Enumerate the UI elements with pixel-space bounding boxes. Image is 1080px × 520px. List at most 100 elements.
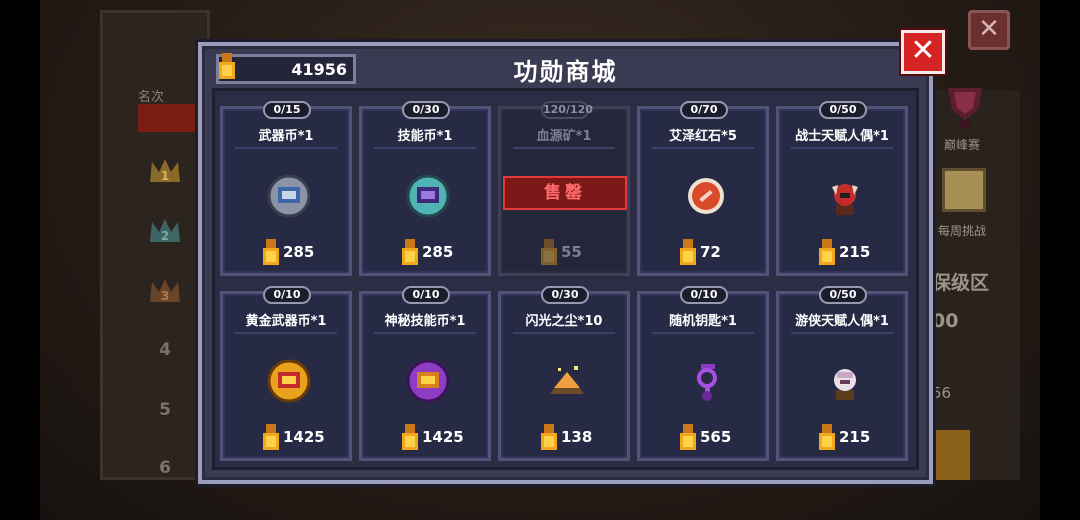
merit-medal-icon — [819, 424, 835, 450]
price-value: 1425 — [283, 428, 325, 446]
item-price: 215 — [779, 424, 905, 450]
peak-label: 巅峰赛 — [944, 138, 981, 152]
stock-count: 0/50 — [819, 101, 867, 119]
stock-count: 0/70 — [680, 101, 728, 119]
shop-item-card[interactable]: 0/50 游侠天赋人偶*1 215 — [776, 286, 908, 461]
rank-4-label: 4 — [159, 340, 171, 360]
price-value: 55 — [561, 243, 582, 261]
shop-item-card: 120/120 血源矿*1 55 售罄 — [498, 101, 630, 276]
weapon-coin-icon — [266, 173, 312, 219]
price-value: 215 — [839, 243, 871, 261]
stock-count: 0/10 — [263, 286, 311, 304]
rank-header-bar — [138, 104, 200, 132]
side-number-a: 00 — [932, 310, 959, 332]
rank-5-label: 5 — [159, 400, 171, 420]
protect-zone-label: 保级区 — [932, 272, 990, 294]
rank-6-label: 6 — [159, 458, 171, 478]
price-value: 285 — [283, 243, 315, 261]
item-name: 黄金武器币*1 — [245, 314, 327, 329]
shop-item-card[interactable]: 0/15 武器币*1 285 — [220, 101, 352, 276]
item-name: 血源矿*1 — [536, 129, 592, 144]
rank-2-label: 2 — [161, 229, 169, 243]
price-value: 285 — [422, 243, 454, 261]
divider — [374, 147, 476, 149]
weekly-challenge-icon[interactable] — [942, 168, 986, 212]
close-button[interactable]: ✕ — [901, 30, 945, 74]
rank-3-label: 3 — [161, 289, 169, 303]
side-number-b: 56 — [932, 384, 952, 402]
stock-count: 0/10 — [680, 286, 728, 304]
item-name: 随机钥匙*1 — [669, 314, 737, 329]
ranger-doll-icon — [822, 358, 868, 404]
side-button[interactable] — [930, 430, 970, 480]
item-price: 215 — [779, 239, 905, 265]
stock-count: 0/30 — [402, 101, 450, 119]
item-price: 55 — [501, 239, 627, 265]
price-value: 138 — [561, 428, 593, 446]
merit-medal-icon — [402, 424, 418, 450]
crown-gold-icon: 1 — [148, 156, 182, 186]
rank-header: 名次 — [138, 90, 165, 105]
divider — [235, 332, 337, 334]
item-name: 技能币*1 — [397, 129, 453, 144]
shop-item-card[interactable]: 0/10 神秘技能币*1 1425 — [359, 286, 491, 461]
merit-medal-icon — [541, 239, 557, 265]
warrior-doll-icon — [822, 173, 868, 219]
shop-item-card[interactable]: 0/50 战士天赋人偶*1 215 — [776, 101, 908, 276]
stock-count: 0/15 — [263, 101, 311, 119]
gold-weapon-coin-icon — [266, 358, 312, 404]
sold-out-badge: 售罄 — [503, 176, 627, 210]
shop-item-card[interactable]: 0/70 艾泽红石*5 72 — [637, 101, 769, 276]
divider — [791, 332, 893, 334]
flash-dust-icon — [544, 358, 590, 404]
item-name: 武器币*1 — [258, 129, 314, 144]
merit-medal-icon — [263, 239, 279, 265]
item-price: 1425 — [362, 424, 488, 450]
shop-item-card[interactable]: 0/10 随机钥匙*1 565 — [637, 286, 769, 461]
divider — [652, 147, 754, 149]
skill-coin-icon — [405, 173, 451, 219]
stock-count: 0/10 — [402, 286, 450, 304]
dialog-title: 功勋商城 — [513, 58, 618, 86]
price-value: 72 — [700, 243, 721, 261]
shop-item-card[interactable]: 0/30 闪光之尘*10 138 — [498, 286, 630, 461]
merit-medal-icon — [680, 239, 696, 265]
divider — [513, 332, 615, 334]
item-price: 1425 — [223, 424, 349, 450]
item-price: 285 — [362, 239, 488, 265]
divider — [374, 332, 476, 334]
divider — [235, 147, 337, 149]
rank-1-label: 1 — [161, 169, 169, 183]
item-name: 神秘技能币*1 — [384, 314, 466, 329]
item-price: 72 — [640, 239, 766, 265]
item-name: 艾泽红石*5 — [669, 129, 737, 144]
crown-bronze-icon: 3 — [148, 276, 182, 306]
screen-edge-left — [0, 0, 40, 520]
item-name: 战士天赋人偶*1 — [795, 129, 889, 144]
price-value: 215 — [839, 428, 871, 446]
shop-item-card[interactable]: 0/10 黄金武器币*1 1425 — [220, 286, 352, 461]
item-price: 138 — [501, 424, 627, 450]
stock-count: 0/50 — [819, 286, 867, 304]
merit-medal-icon — [402, 239, 418, 265]
price-value: 1425 — [422, 428, 464, 446]
weekly-challenge-label: 每周挑战 — [938, 224, 987, 238]
stock-count: 0/30 — [541, 286, 589, 304]
item-name: 游侠天赋人偶*1 — [795, 314, 889, 329]
divider — [513, 147, 615, 149]
divider — [652, 332, 754, 334]
merit-medal-icon — [819, 239, 835, 265]
background-close-button[interactable]: ✕ — [968, 10, 1010, 50]
random-key-icon — [683, 358, 729, 404]
item-price: 565 — [640, 424, 766, 450]
merit-medal-icon — [680, 424, 696, 450]
mystic-skill-coin-icon — [405, 358, 451, 404]
item-name: 闪光之尘*10 — [525, 314, 603, 329]
stock-count: 120/120 — [541, 101, 593, 119]
shop-item-card[interactable]: 0/30 技能币*1 285 — [359, 101, 491, 276]
peak-trophy-icon[interactable] — [940, 80, 990, 130]
price-value: 565 — [700, 428, 732, 446]
screen-edge-right — [1040, 0, 1080, 520]
merit-shop-dialog: 41956 功勋商城 ✕ 0/15 武器币*1 285 0/30 技能币*1 285 120… — [198, 30, 945, 484]
item-price: 285 — [223, 239, 349, 265]
